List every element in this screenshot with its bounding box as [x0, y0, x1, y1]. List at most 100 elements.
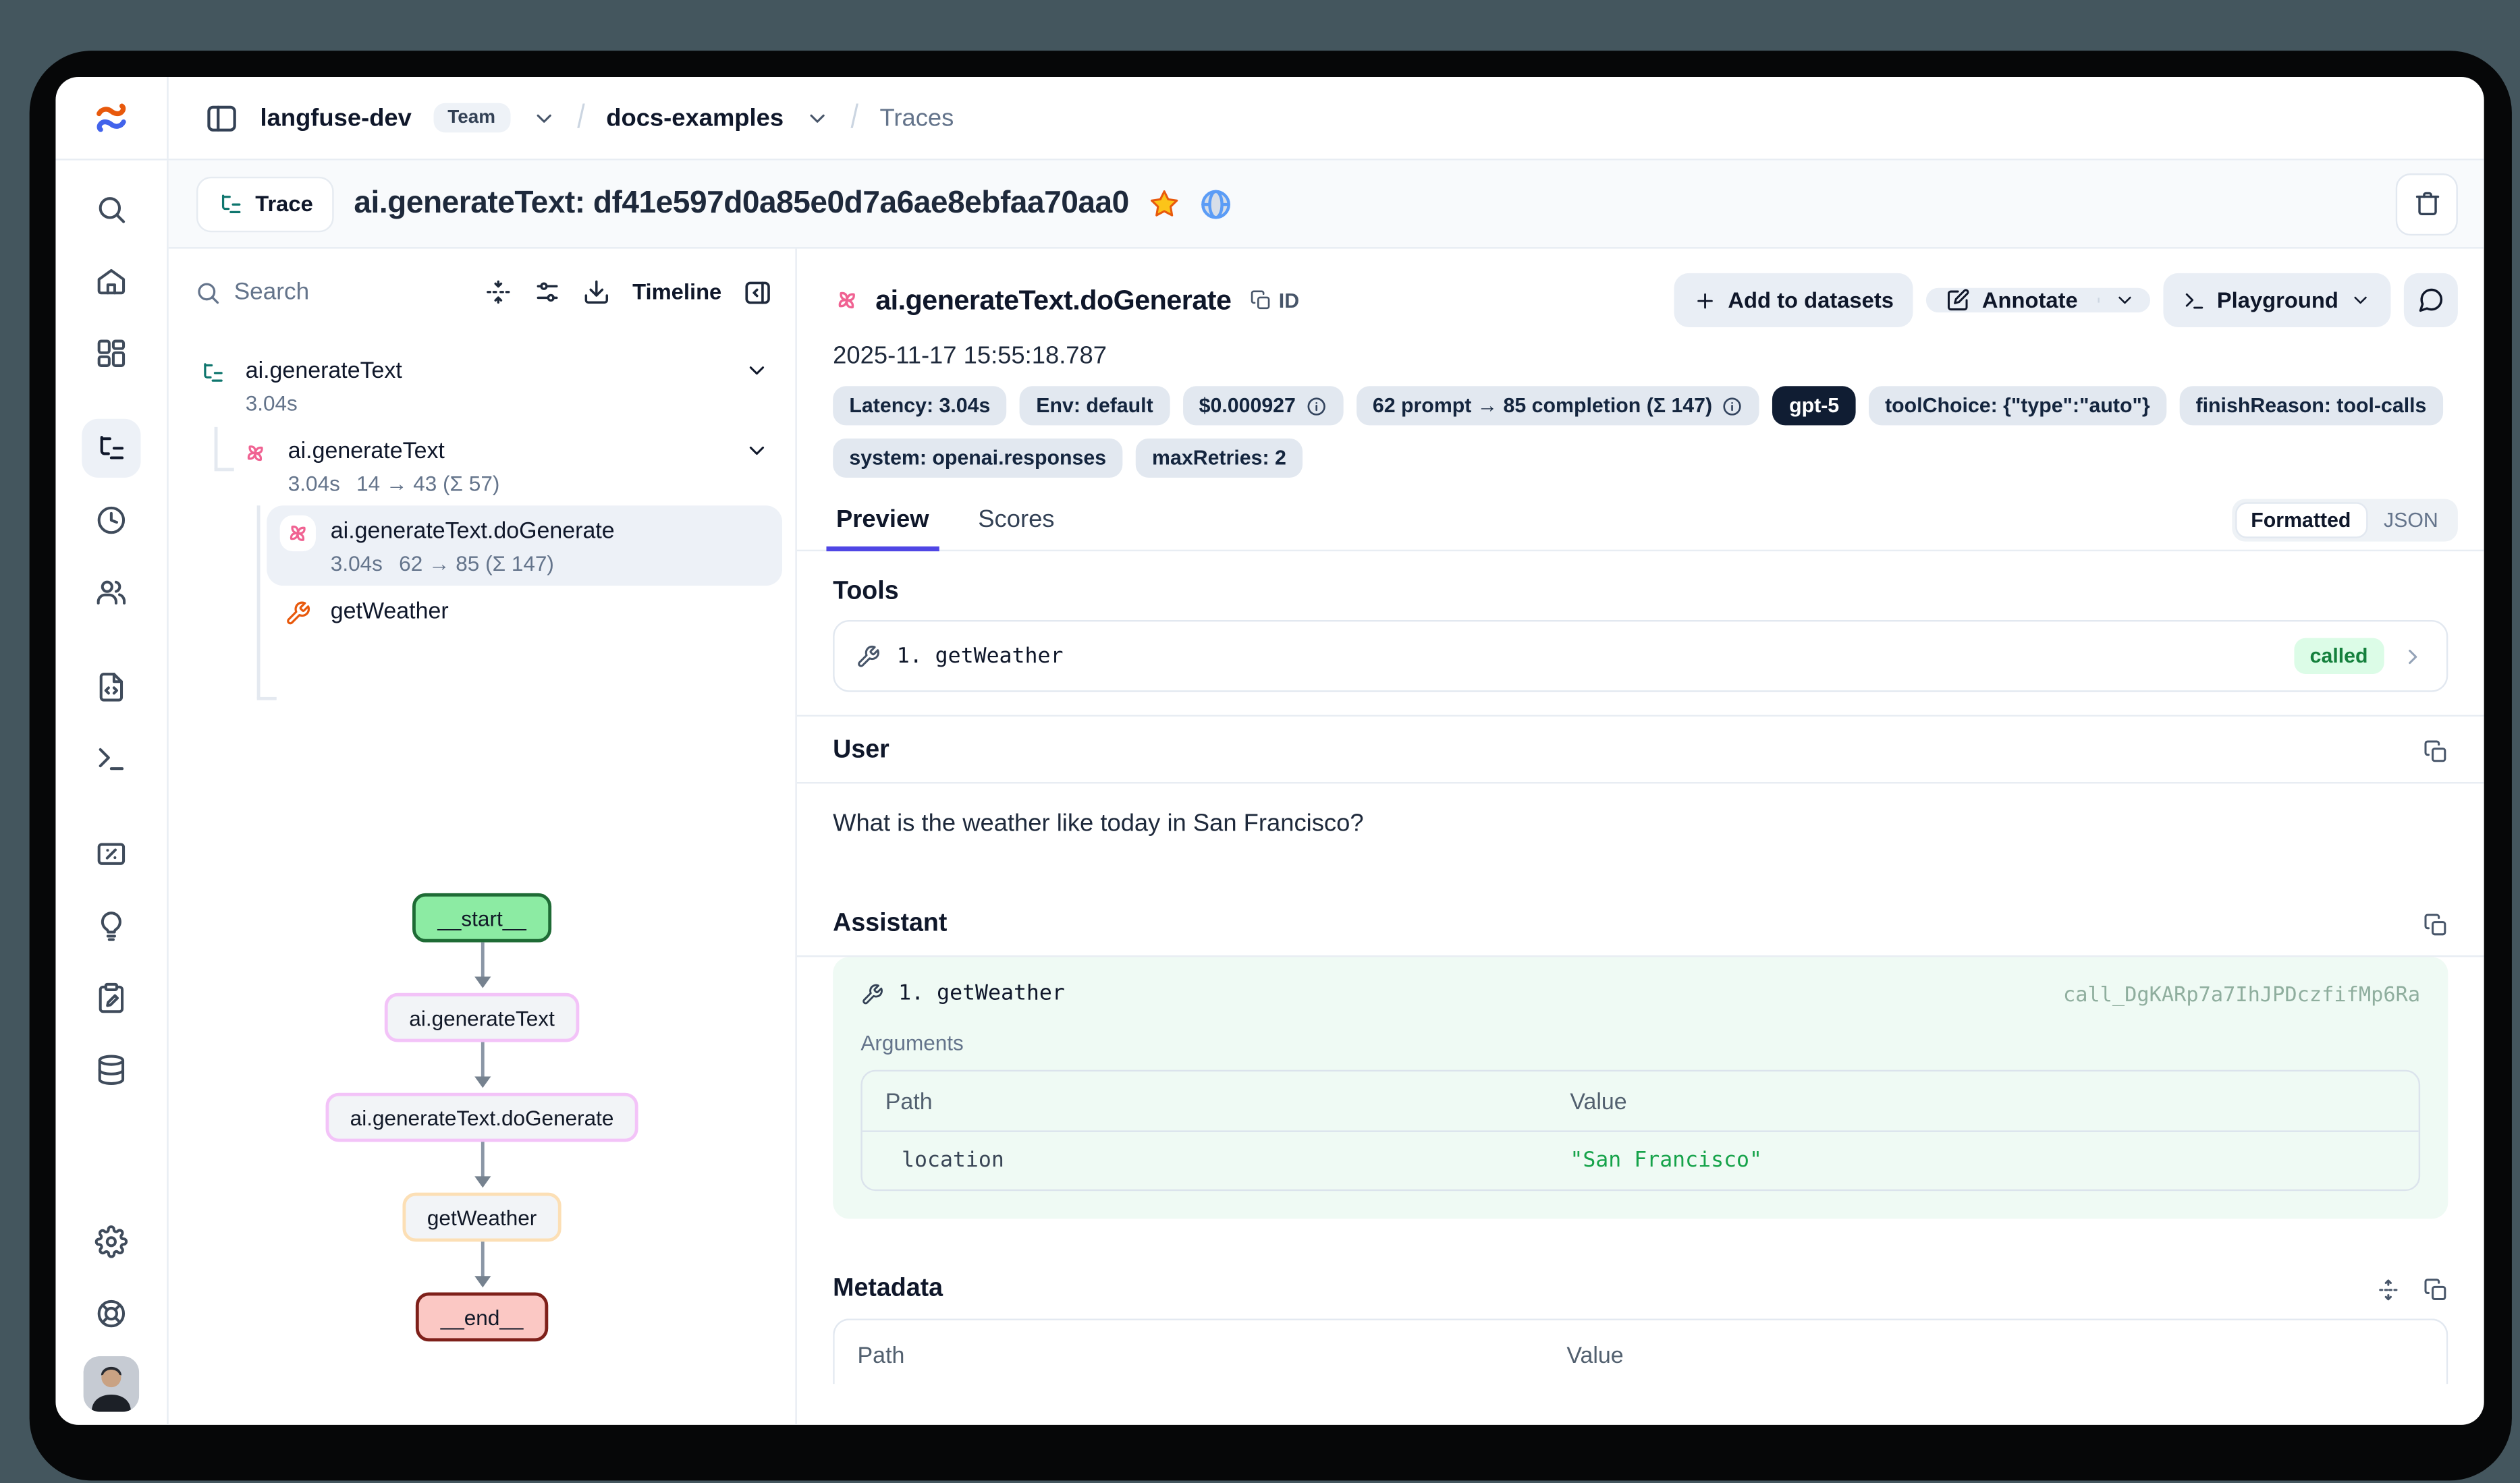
breadcrumb-separator: / — [851, 98, 858, 137]
tab-preview[interactable]: Preview — [833, 505, 932, 549]
chevron-down-icon — [2114, 289, 2135, 311]
panel-collapse-icon[interactable] — [743, 277, 773, 307]
playground-button[interactable]: Playground — [2163, 273, 2391, 327]
add-to-datasets-label: Add to datasets — [1728, 288, 1894, 312]
project-chevron-down-icon[interactable] — [805, 105, 829, 130]
sidebar-toggle-icon[interactable] — [204, 101, 239, 135]
sidebar-item-insights[interactable] — [82, 897, 140, 955]
trace-type-chip: Trace — [196, 176, 334, 231]
trace-title: ai.generateText: df41e597d0a85e0d7a6ae8e… — [354, 186, 1128, 221]
download-icon[interactable] — [583, 278, 611, 306]
tool-definition-row[interactable]: 1. getWeather called — [833, 620, 2448, 692]
graph-node-start[interactable]: __start__ — [413, 893, 551, 943]
breadcrumb-separator: / — [577, 98, 584, 137]
annotate-button[interactable]: Annotate — [1926, 288, 2097, 312]
arguments-label: Arguments — [860, 1031, 2420, 1055]
tree-row-span[interactable]: ai.generateText 3.04s14 → 43 (Σ 57) — [224, 425, 782, 505]
chevron-right-icon[interactable] — [2401, 644, 2425, 668]
graph-node-dogenerate[interactable]: ai.generateText.doGenerate — [325, 1093, 638, 1142]
model-badge[interactable]: gpt-5 — [1773, 386, 1856, 425]
breadcrumb-project[interactable]: docs-examples — [606, 104, 784, 132]
annotate-dropdown-button[interactable] — [2099, 288, 2149, 312]
users-icon — [95, 576, 128, 608]
comments-button[interactable] — [2404, 273, 2458, 327]
tree-node-label: getWeather — [331, 595, 449, 626]
tree-search[interactable] — [195, 279, 464, 305]
copy-id-button[interactable]: ID — [1251, 289, 1300, 312]
graph-node-generatetext[interactable]: ai.generateText — [385, 993, 579, 1042]
info-icon — [1305, 395, 1327, 417]
globe-icon[interactable] — [1199, 188, 1232, 220]
annotate-label: Annotate — [1982, 288, 2078, 312]
graph-arrow — [474, 1042, 490, 1093]
tree-row-root[interactable]: ai.generateText 3.04s — [182, 345, 782, 426]
sidebar-item-dashboards[interactable] — [82, 324, 140, 383]
star-icon[interactable] — [1149, 188, 1180, 219]
format-json[interactable]: JSON — [2367, 502, 2455, 538]
observation-timestamp: 2025-11-17 15:55:18.787 — [797, 327, 2484, 370]
trash-icon — [2413, 190, 2440, 217]
langfuse-logo[interactable] — [55, 77, 168, 159]
sidebar-item-prompts[interactable] — [82, 658, 140, 717]
chevron-down-icon[interactable] — [744, 435, 769, 463]
chevron-down-icon[interactable] — [744, 355, 769, 383]
tokens-badge[interactable]: 62 prompt → 85 completion (Σ 147) — [1357, 386, 1760, 425]
info-icon — [1722, 395, 1744, 417]
sidebar-item-search[interactable] — [82, 180, 140, 239]
trace-tree-icon — [95, 432, 128, 464]
graph-node-getweather[interactable]: getWeather — [403, 1193, 561, 1242]
trace-tree-icon — [217, 190, 244, 217]
gear-icon — [95, 1225, 128, 1257]
sidebar-item-home[interactable] — [82, 252, 140, 310]
sidebar-item-support[interactable] — [82, 1283, 140, 1342]
sidebar-item-datasets[interactable] — [82, 1040, 140, 1099]
finishreason-badge: finishReason: tool-calls — [2179, 386, 2442, 425]
graph-arrow — [474, 943, 490, 993]
metadata-heading: Metadata — [833, 1275, 943, 1304]
breadcrumb-org[interactable]: langfuse-dev — [261, 104, 412, 132]
database-icon — [95, 1054, 128, 1086]
tree-node-duration: 3.04s — [246, 391, 298, 415]
percent-card-icon — [95, 837, 128, 870]
fold-vertical-icon[interactable] — [485, 278, 513, 306]
graph-node-end[interactable]: __end__ — [416, 1293, 547, 1342]
settings-sliders-icon[interactable] — [535, 278, 562, 306]
chevron-down-icon — [2350, 289, 2372, 311]
toolchoice-badge: toolChoice: {"type":"auto"} — [1869, 386, 2166, 425]
sidebar-item-sessions[interactable] — [82, 491, 140, 549]
add-to-datasets-button[interactable]: Add to datasets — [1674, 273, 1913, 327]
tree-row-generation-selected[interactable]: ai.generateText.doGenerate 3.04s62 → 85 … — [267, 505, 782, 586]
tool-name: 1. getWeather — [897, 644, 1064, 668]
sidebar-item-users[interactable] — [82, 563, 140, 621]
cost-badge[interactable]: $0.000927 — [1182, 386, 1343, 425]
sidebar-item-playground[interactable] — [82, 729, 140, 788]
tree-node-label: ai.generateText.doGenerate — [331, 515, 615, 546]
sidebar-item-annotation[interactable] — [82, 968, 140, 1027]
copy-icon[interactable] — [2423, 1277, 2448, 1301]
sidebar-item-traces[interactable] — [82, 419, 140, 478]
pinwheel-icon — [280, 515, 316, 551]
langfuse-knot-icon — [92, 98, 131, 137]
tool-called-badge: called — [2293, 638, 2384, 674]
format-formatted[interactable]: Formatted — [2235, 502, 2367, 538]
langfuse-app-window: langfuse-dev Team / docs-examples / Trac… — [55, 77, 2484, 1424]
tab-scores[interactable]: Scores — [975, 505, 1058, 549]
sidebar-item-settings[interactable] — [82, 1211, 140, 1270]
expand-vertical-icon[interactable] — [2376, 1277, 2401, 1301]
user-avatar[interactable] — [84, 1355, 139, 1411]
delete-trace-button[interactable] — [2396, 173, 2458, 235]
timeline-toggle[interactable]: Timeline — [632, 280, 721, 304]
home-icon — [95, 265, 128, 298]
trace-tree-icon — [195, 355, 231, 391]
copy-icon[interactable] — [2423, 739, 2448, 763]
tools-heading: Tools — [833, 578, 2448, 607]
graph-arrow — [474, 1241, 490, 1292]
copy-icon[interactable] — [2423, 912, 2448, 936]
arguments-table: Path Value location "San Francisco" — [860, 1070, 2420, 1191]
tree-search-input[interactable] — [234, 279, 381, 305]
org-chevron-down-icon[interactable] — [531, 105, 555, 130]
sidebar-item-evaluators[interactable] — [82, 824, 140, 883]
breadcrumb-page[interactable]: Traces — [880, 104, 954, 132]
tree-row-tool[interactable]: getWeather — [267, 585, 782, 640]
detail-scroll-area[interactable]: Tools 1. getWeather called User — [797, 551, 2484, 1424]
